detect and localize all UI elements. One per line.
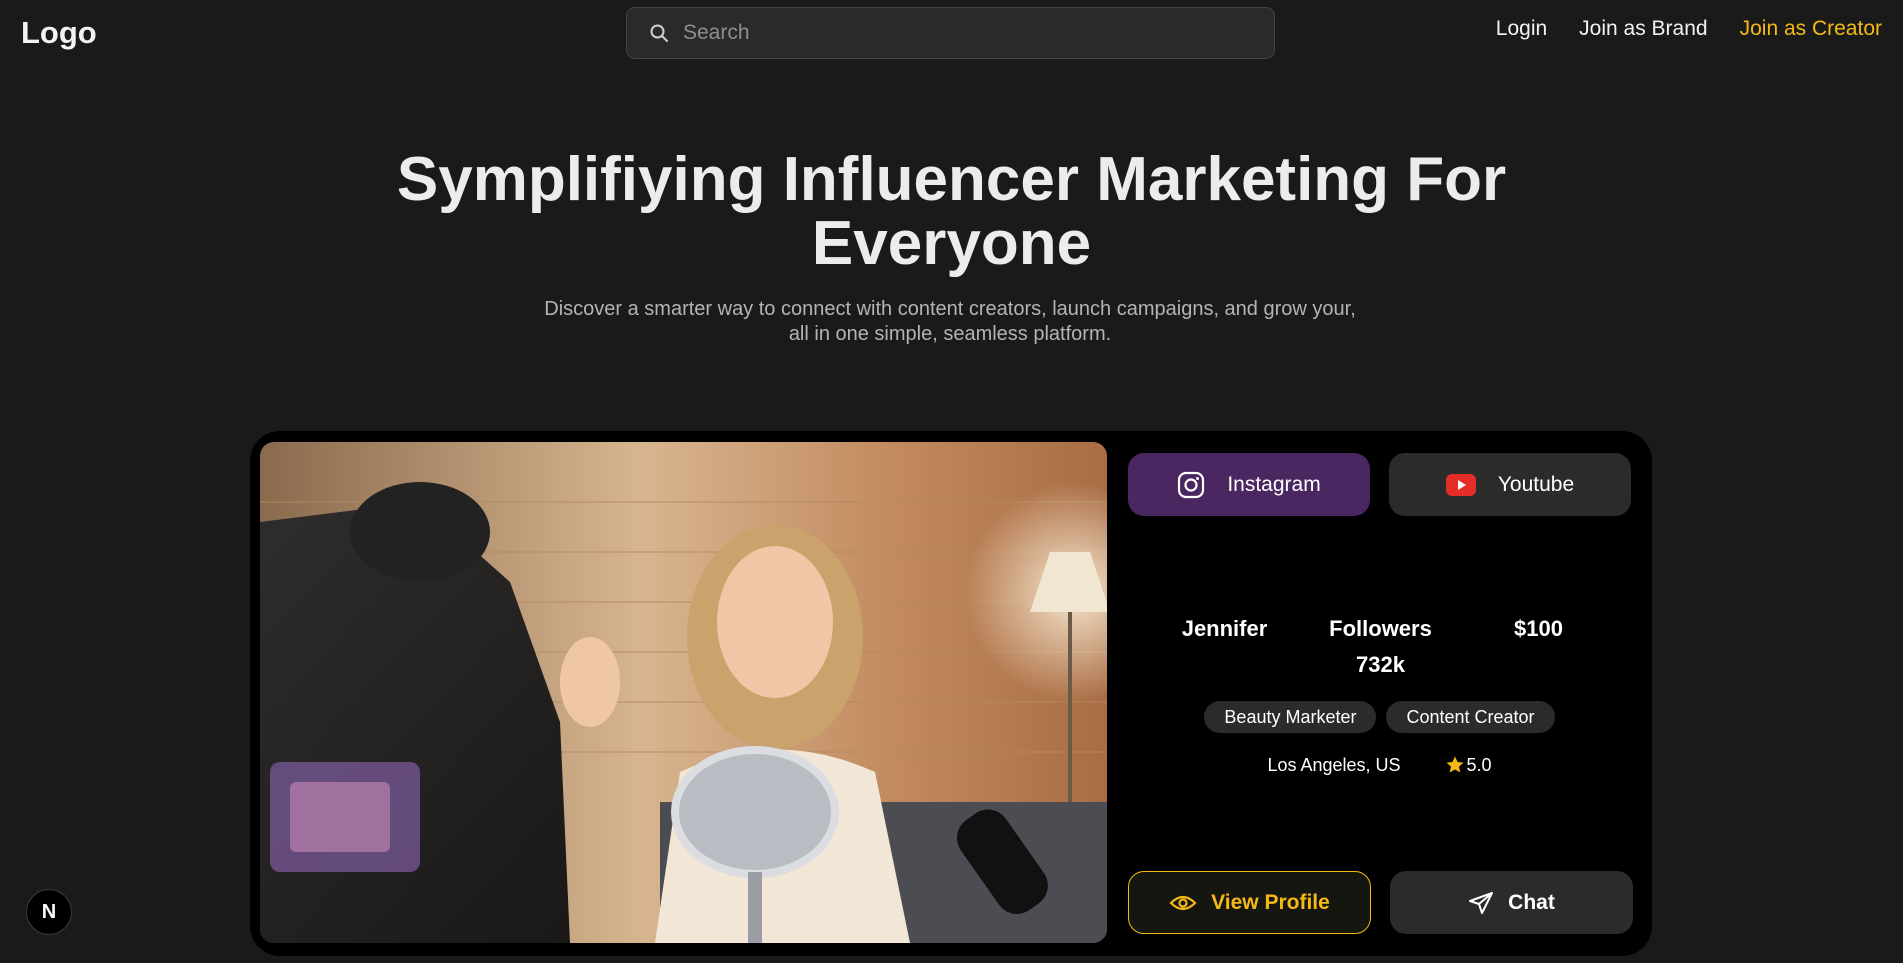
instagram-label: Instagram <box>1227 472 1321 496</box>
youtube-label: Youtube <box>1497 472 1575 496</box>
followers-value: 732k <box>1356 652 1405 677</box>
search-input[interactable] <box>681 20 1241 46</box>
youtube-button[interactable]: Youtube <box>1389 453 1631 516</box>
creator-photo <box>260 442 1107 943</box>
top-nav: Login Join as Brand Join as Creator <box>1496 15 1882 43</box>
rating-value: 5.0 <box>1466 755 1492 775</box>
search-bar[interactable] <box>626 7 1275 59</box>
login-link[interactable]: Login <box>1496 15 1547 43</box>
creator-price: $100 <box>1514 616 1563 641</box>
star-icon <box>1446 756 1464 773</box>
tag-content-creator: Content Creator <box>1386 701 1555 733</box>
chat-label: Chat <box>1508 890 1555 914</box>
hero-title-line-1: Symplifiying Influencer Marketing For <box>396 145 1507 214</box>
instagram-icon <box>1178 471 1205 498</box>
hero-title: Symplifiying Influencer Marketing For Ev… <box>0 148 1903 276</box>
youtube-icon <box>1445 473 1476 496</box>
hero-title-line-2: Everyone <box>811 209 1092 278</box>
chat-button[interactable]: Chat <box>1390 871 1633 934</box>
view-profile-label: View Profile <box>1211 890 1330 914</box>
logo[interactable]: Logo <box>21 14 97 52</box>
send-icon <box>1469 891 1494 914</box>
eye-icon <box>1169 895 1197 910</box>
view-profile-button[interactable]: View Profile <box>1128 871 1371 934</box>
header: Logo Login Join as Brand Join as Creator <box>0 0 1903 66</box>
creator-tags: Beauty Marketer Content Creator <box>1128 701 1631 733</box>
creator-meta: Los Angeles, US 5.0 <box>1128 754 1631 776</box>
join-brand-link[interactable]: Join as Brand <box>1579 15 1707 43</box>
join-creator-link[interactable]: Join as Creator <box>1740 15 1882 43</box>
creator-card: Instagram Youtube Jennifer Followers 732… <box>250 431 1652 956</box>
instagram-button[interactable]: Instagram <box>1128 453 1370 516</box>
creator-location: Los Angeles, US <box>1267 755 1401 775</box>
hero-subtitle: Discover a smarter way to connect with c… <box>544 298 1356 345</box>
creator-rating: 5.0 <box>1445 754 1492 776</box>
tag-beauty-marketer: Beauty Marketer <box>1204 701 1377 733</box>
creator-stats: Jennifer Followers 732k $100 <box>1128 611 1631 691</box>
dev-badge[interactable]: N <box>26 889 72 935</box>
search-icon <box>650 24 668 42</box>
